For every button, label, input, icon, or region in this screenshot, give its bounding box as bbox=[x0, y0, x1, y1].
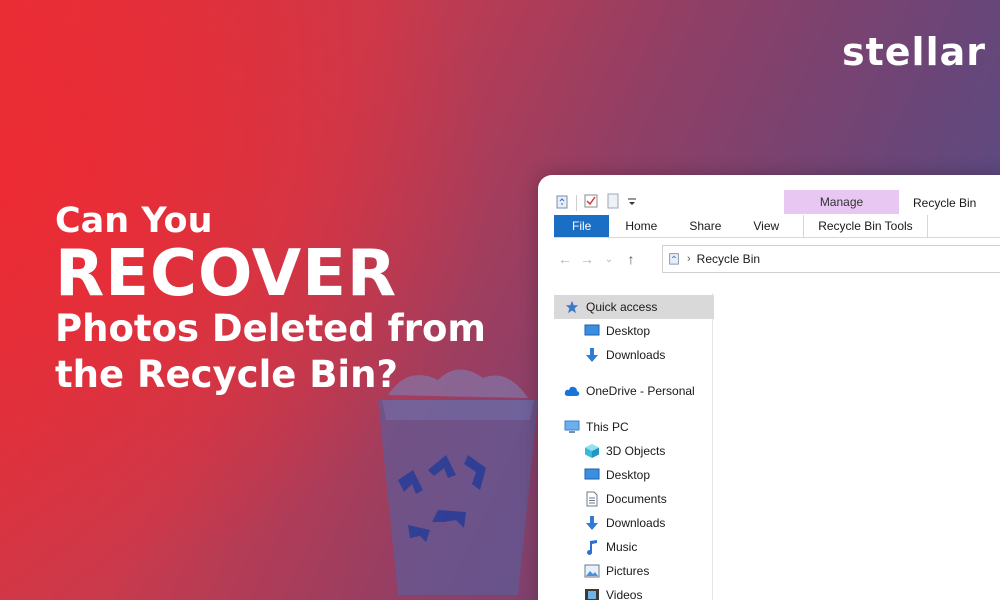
stellar-logo: stellar bbox=[842, 30, 986, 74]
headline-line-2: RECOVER bbox=[55, 237, 398, 311]
recycle-bin-illustration bbox=[378, 369, 538, 595]
quick-access-toolbar bbox=[554, 193, 637, 212]
forward-arrow-icon[interactable]: → bbox=[576, 251, 598, 267]
download-arrow-icon bbox=[584, 515, 600, 531]
nav-label: This PC bbox=[586, 420, 629, 434]
tab-home[interactable]: Home bbox=[609, 215, 673, 237]
recent-locations-icon[interactable]: ⌄ bbox=[598, 254, 620, 265]
up-arrow-icon[interactable]: ↑ bbox=[620, 251, 642, 267]
nav-item-3d-objects[interactable]: 3D Objects bbox=[554, 439, 714, 463]
cube-3d-icon bbox=[584, 443, 600, 459]
file-explorer-window: Manage Recycle Bin File Home Share View … bbox=[538, 175, 1000, 600]
nav-label: Desktop bbox=[606, 468, 651, 482]
nav-item-documents[interactable]: Documents bbox=[554, 487, 714, 511]
nav-label: Quick access bbox=[586, 300, 658, 314]
nav-label: Videos bbox=[606, 588, 643, 600]
customize-toolbar-icon[interactable] bbox=[627, 193, 637, 212]
nav-label: Pictures bbox=[606, 564, 650, 578]
headline-line-3: Photos Deleted from bbox=[55, 307, 486, 350]
nav-label: Desktop bbox=[606, 324, 651, 338]
desktop-icon bbox=[584, 323, 600, 339]
nav-item-onedrive[interactable]: OneDrive - Personal bbox=[554, 379, 714, 403]
properties-icon[interactable] bbox=[583, 193, 599, 212]
nav-item-qa-downloads[interactable]: Downloads bbox=[554, 343, 714, 367]
breadcrumb-chevron-icon[interactable]: › bbox=[687, 253, 691, 265]
window-title: Recycle Bin bbox=[913, 196, 977, 210]
new-folder-icon[interactable] bbox=[605, 193, 621, 212]
star-icon bbox=[564, 299, 580, 315]
desktop-icon bbox=[584, 467, 600, 483]
music-note-icon bbox=[584, 539, 600, 555]
nav-item-downloads[interactable]: Downloads bbox=[554, 511, 714, 535]
tab-file[interactable]: File bbox=[554, 215, 610, 237]
cloud-icon bbox=[564, 383, 580, 399]
tab-share[interactable]: Share bbox=[673, 215, 737, 237]
nav-item-music[interactable]: Music bbox=[554, 535, 714, 559]
recycle-bin-small-icon bbox=[667, 251, 681, 268]
nav-label: 3D Objects bbox=[606, 444, 666, 458]
nav-label: OneDrive - Personal bbox=[586, 384, 695, 398]
nav-label: Documents bbox=[606, 492, 667, 506]
nav-item-this-pc[interactable]: This PC bbox=[554, 415, 714, 439]
ribbon-divider bbox=[554, 237, 1000, 238]
nav-item-desktop[interactable]: Desktop bbox=[554, 463, 714, 487]
manage-context-tab[interactable]: Manage bbox=[784, 190, 899, 214]
nav-item-qa-desktop[interactable]: Desktop bbox=[554, 319, 714, 343]
nav-label: Downloads bbox=[606, 348, 666, 362]
nav-label: Downloads bbox=[606, 516, 666, 530]
ribbon-tabs: File Home Share View Recycle Bin Tools bbox=[554, 215, 928, 237]
headline-line-1: Can You bbox=[55, 201, 213, 241]
nav-item-videos[interactable]: Videos bbox=[554, 583, 714, 600]
address-path[interactable]: Recycle Bin bbox=[697, 252, 760, 266]
document-icon bbox=[584, 491, 600, 507]
download-arrow-icon bbox=[584, 347, 600, 363]
toolbar-separator bbox=[576, 194, 577, 211]
film-icon bbox=[584, 587, 600, 600]
pictures-icon bbox=[584, 563, 600, 579]
navigation-bar: ← → ⌄ ↑ › Recycle Bin bbox=[554, 245, 1000, 273]
nav-item-pictures[interactable]: Pictures bbox=[554, 559, 714, 583]
nav-item-quick-access[interactable]: Quick access bbox=[554, 295, 714, 319]
tab-view[interactable]: View bbox=[737, 215, 795, 237]
navigation-pane: Quick access Desktop Downloads OneDrive … bbox=[554, 295, 714, 600]
tab-recycle-bin-tools[interactable]: Recycle Bin Tools bbox=[803, 215, 928, 237]
computer-icon bbox=[564, 419, 580, 435]
address-bar[interactable]: › Recycle Bin bbox=[662, 245, 1000, 273]
nav-label: Music bbox=[606, 540, 638, 554]
recycle-bin-icon bbox=[554, 193, 570, 212]
back-arrow-icon[interactable]: ← bbox=[554, 251, 576, 267]
